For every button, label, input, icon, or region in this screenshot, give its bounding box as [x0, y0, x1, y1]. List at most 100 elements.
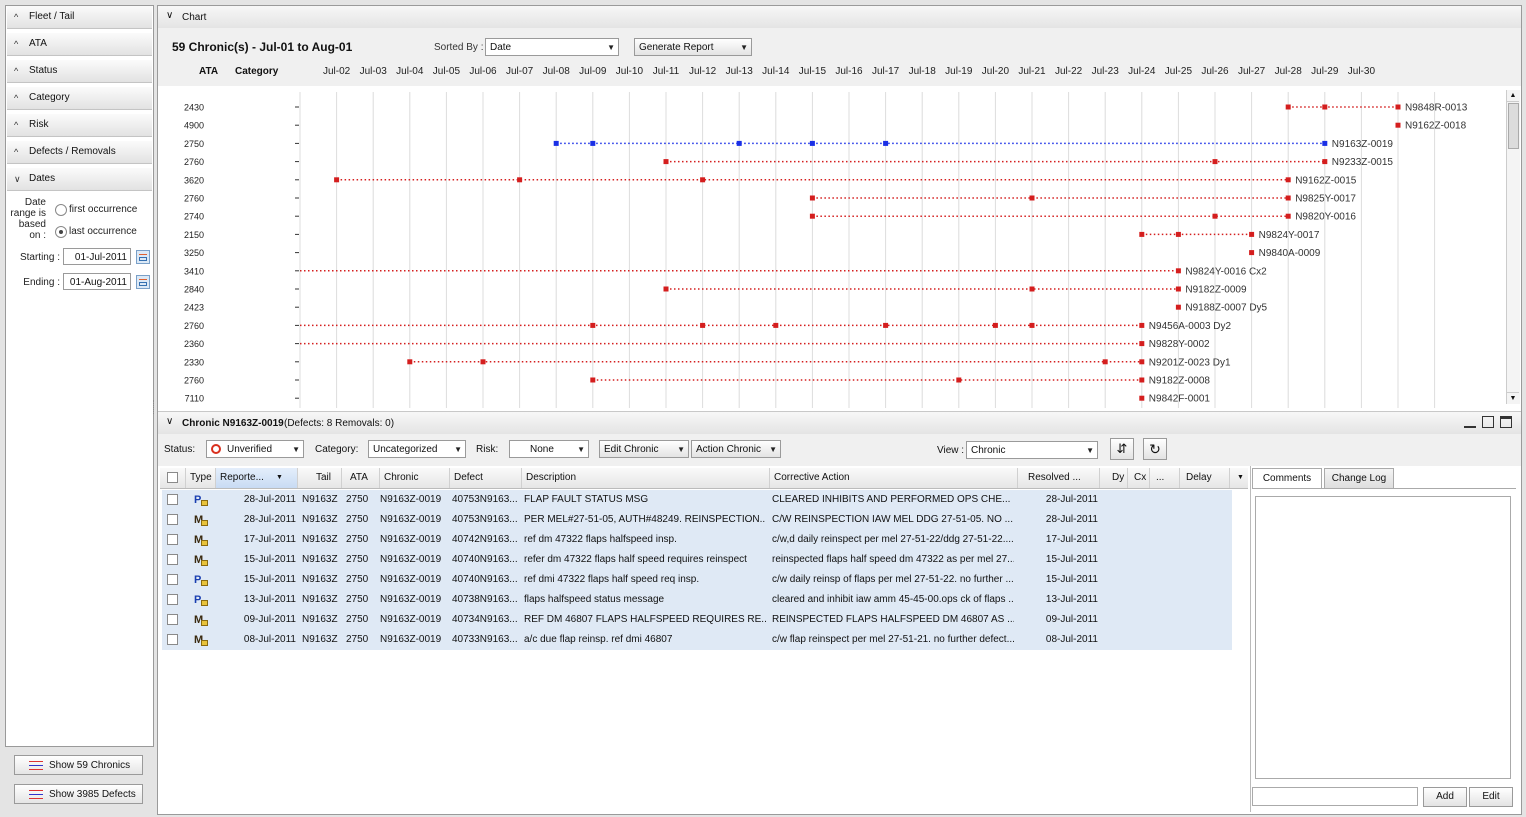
chronic-row[interactable]: 2760 N9233Z-0015	[184, 157, 1393, 168]
last-occurrence-radio[interactable]	[55, 226, 67, 238]
header-cx[interactable]: Cx	[1128, 468, 1150, 488]
table-row[interactable]: M 09-Jul-2011 N9163Z 2750 N9163Z-0019 40734N9…	[162, 610, 1232, 631]
cell-reported: 28-Jul-2011	[243, 514, 296, 525]
row-checkbox[interactable]	[167, 534, 178, 545]
maintenance-report-icon: M	[194, 533, 208, 547]
table-row[interactable]: P 28-Jul-2011 N9163Z 2750 N9163Z-0019 40753N9…	[162, 490, 1232, 511]
tab-change-log[interactable]: Change Log	[1324, 468, 1394, 488]
chronic-row[interactable]: 2760 N9825Y-0017	[184, 194, 1356, 205]
cell-ata: 2750	[346, 574, 369, 585]
chevron-up-icon: ^	[14, 39, 19, 49]
sort-select[interactable]: Date ▼	[485, 38, 619, 56]
chronic-row[interactable]: 4900 N9162Z-0018	[184, 121, 1467, 132]
refresh-icon[interactable]: ↻	[1143, 438, 1167, 460]
chronic-row[interactable]: 2360 N9828Y-0002	[184, 339, 1210, 350]
chronic-row[interactable]: 2840 N9182Z-0009	[184, 285, 1247, 296]
category-select[interactable]: Uncategorized ▼	[368, 440, 466, 458]
chronic-row[interactable]: 2760 N9182Z-0008	[184, 376, 1210, 387]
chronic-row[interactable]: 3620 N9162Z-0015	[184, 175, 1357, 186]
table-row[interactable]: M 17-Jul-2011 N9163Z 2750 N9163Z-0019 40742N9…	[162, 530, 1232, 551]
section-category[interactable]: ^ Category	[7, 87, 152, 110]
comments-area[interactable]	[1255, 496, 1511, 779]
show-defects-button[interactable]: Show 3985 Defects	[14, 784, 143, 804]
row-checkbox[interactable]	[167, 634, 178, 645]
header-delay[interactable]: Delay	[1180, 468, 1230, 488]
row-checkbox[interactable]	[167, 514, 178, 525]
chronic-row[interactable]: 7110 N9842F-0001	[185, 394, 1211, 405]
header-resolved[interactable]: Resolved ...	[1018, 468, 1100, 488]
chronic-row[interactable]: 2740 N9820Y-0016	[184, 212, 1356, 223]
maximize-icon[interactable]	[1500, 416, 1512, 428]
pilot-report-icon: P	[194, 573, 208, 587]
category-label: Category:	[315, 444, 359, 455]
tab-comments[interactable]: Comments	[1252, 468, 1322, 488]
x-axis-label: Jul-30	[1347, 66, 1376, 77]
comment-input[interactable]	[1252, 787, 1418, 806]
chronic-row[interactable]: 2150 N9824Y-0017	[184, 230, 1320, 241]
header-more[interactable]: ...	[1150, 468, 1180, 488]
table-row[interactable]: M 08-Jul-2011 N9163Z 2750 N9163Z-0019 40733N9…	[162, 630, 1232, 651]
header-reported[interactable]: Reporte... ▼	[216, 468, 298, 488]
chronic-row[interactable]: 2750 N9163Z-0019	[184, 139, 1393, 150]
section-dates[interactable]: ∨ Dates	[7, 168, 152, 191]
generate-report-button[interactable]: Generate Report ▼	[634, 38, 752, 56]
header-tail[interactable]: Tail	[298, 468, 342, 488]
show-chronics-button[interactable]: Show 59 Chronics	[14, 755, 143, 775]
action-chronic-button[interactable]: Action Chronic ▼	[691, 440, 781, 458]
select-all-checkbox[interactable]	[167, 472, 178, 483]
chronic-label: N9840A-0009	[1259, 248, 1321, 259]
cell-resolved: 13-Jul-2011	[1045, 594, 1098, 605]
edit-button[interactable]: Edit	[1469, 787, 1513, 807]
header-description[interactable]: Description	[522, 468, 770, 488]
x-axis-label: Jul-17	[871, 66, 900, 77]
edit-icon	[201, 540, 208, 546]
calendar-icon[interactable]	[136, 250, 150, 264]
view-select[interactable]: Chronic ▼	[966, 441, 1098, 459]
section-defects-removals[interactable]: ^ Defects / Removals	[7, 141, 152, 164]
table-row[interactable]: M 28-Jul-2011 N9163Z 2750 N9163Z-0019 40753N9…	[162, 510, 1232, 531]
chart-panel-header[interactable]: ∨ Chart	[158, 6, 1521, 29]
cell-description: FLAP FAULT STATUS MSG	[524, 494, 649, 505]
chronic-row[interactable]: 3250 N9840A-0009	[184, 248, 1321, 259]
ending-date-input[interactable]: 01-Aug-2011	[63, 273, 131, 290]
chronic-row[interactable]: 2760 N9456A-0003 Dy2	[184, 321, 1232, 332]
occurrence-marker	[992, 322, 998, 328]
header-corrective-action[interactable]: Corrective Action	[770, 468, 1018, 488]
row-checkbox[interactable]	[167, 554, 178, 565]
minimize-icon[interactable]	[1464, 416, 1476, 428]
header-dy[interactable]: Dy	[1100, 468, 1128, 488]
restore-icon[interactable]	[1482, 416, 1494, 428]
section-status[interactable]: ^ Status	[7, 60, 152, 83]
starting-date-input[interactable]: 01-Jul-2011	[63, 248, 131, 265]
occurrence-marker	[1102, 359, 1108, 365]
column-menu-icon[interactable]: ▼	[1234, 468, 1248, 488]
chronic-row[interactable]: 2330 N9201Z-0023 Dy1	[184, 357, 1231, 368]
add-button[interactable]: Add	[1423, 787, 1467, 807]
row-checkbox[interactable]	[167, 494, 178, 505]
calendar-icon[interactable]	[136, 275, 150, 289]
section-ata[interactable]: ^ ATA	[7, 33, 152, 56]
expand-rows-icon[interactable]: ⇵	[1110, 438, 1134, 460]
table-row[interactable]: P 15-Jul-2011 N9163Z 2750 N9163Z-0019 40740N9…	[162, 570, 1232, 591]
header-type[interactable]: Type	[186, 468, 216, 488]
edit-chronic-button[interactable]: Edit Chronic ▼	[599, 440, 689, 458]
section-fleet-tail[interactable]: ^ Fleet / Tail	[7, 6, 152, 29]
row-checkbox[interactable]	[167, 594, 178, 605]
chronic-row[interactable]: 2430 N9848R-0013	[184, 103, 1468, 114]
table-row[interactable]: P 13-Jul-2011 N9163Z 2750 N9163Z-0019 40738N9…	[162, 590, 1232, 611]
header-defect[interactable]: Defect	[450, 468, 522, 488]
status-select[interactable]: Unverified ▼	[206, 440, 304, 458]
header-ata[interactable]: ATA	[342, 468, 380, 488]
section-risk[interactable]: ^ Risk	[7, 114, 152, 137]
header-chronic[interactable]: Chronic	[380, 468, 450, 488]
x-axis-label: Jul-03	[359, 66, 387, 77]
chart-scrollbar[interactable]: ▲ ▼	[1506, 90, 1520, 404]
table-row[interactable]: M 15-Jul-2011 N9163Z 2750 N9163Z-0019 40740N9…	[162, 550, 1232, 571]
occurrence-marker	[773, 322, 779, 328]
row-checkbox[interactable]	[167, 574, 178, 585]
risk-select[interactable]: None ▼	[509, 440, 589, 458]
chronic-panel-header[interactable]: ∨ Chronic N9163Z-0019 (Defects: 8 Remova…	[158, 411, 1521, 435]
row-checkbox[interactable]	[167, 614, 178, 625]
first-occurrence-radio[interactable]	[55, 204, 67, 216]
select-all-header[interactable]	[160, 468, 186, 488]
